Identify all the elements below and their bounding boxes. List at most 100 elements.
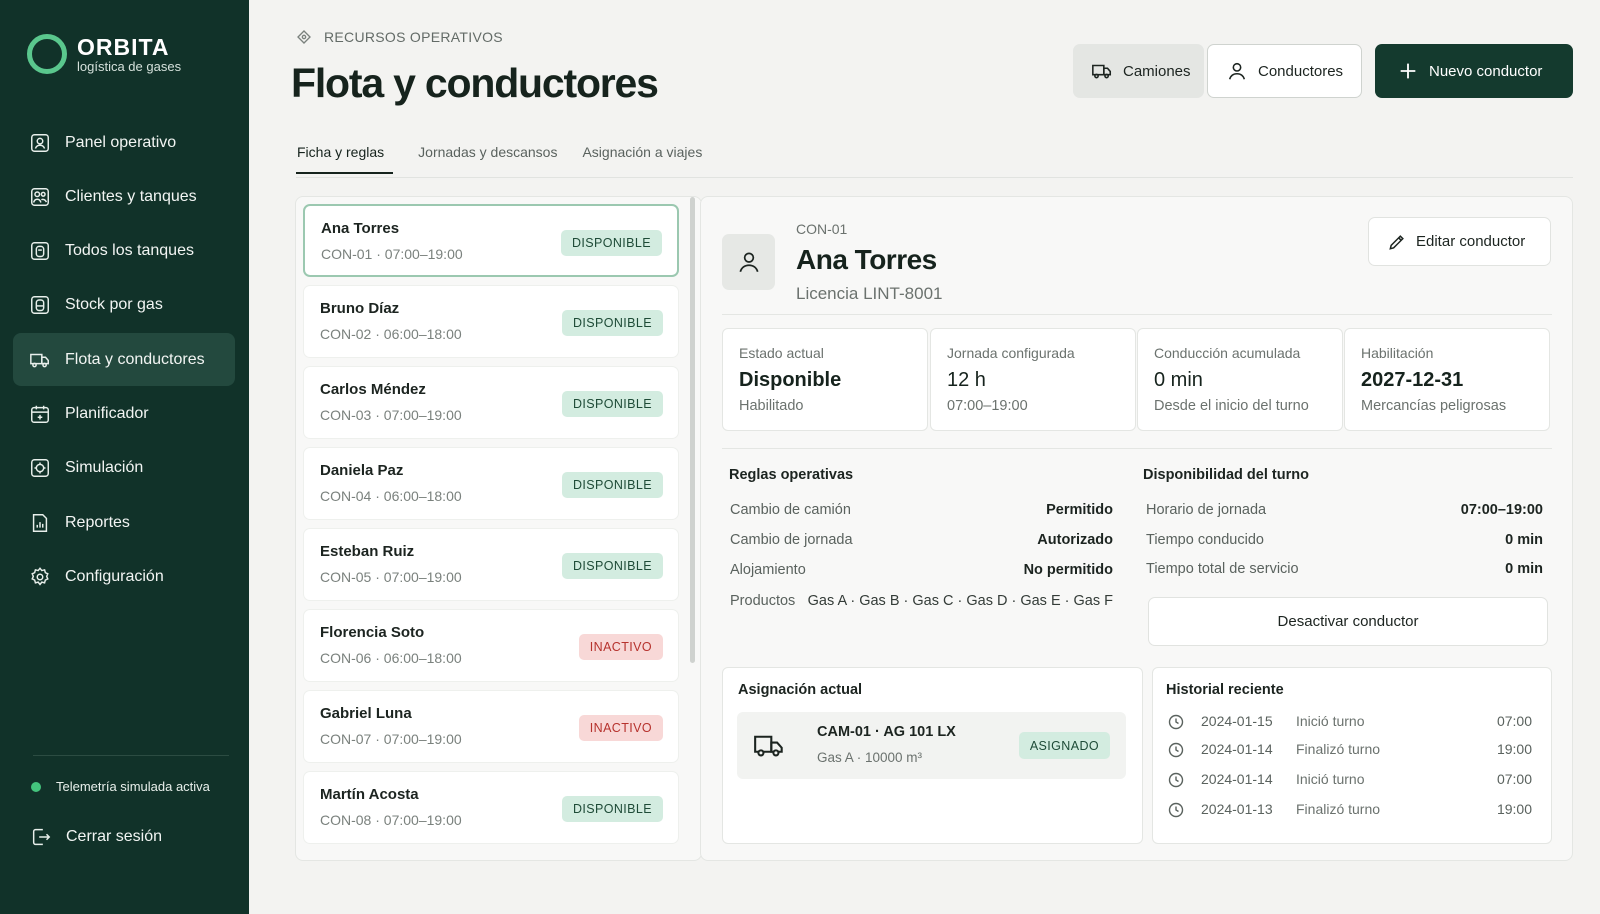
driver-name: Martín Acosta	[320, 786, 419, 803]
history-time: 07:00	[1496, 771, 1532, 787]
availability-label: Tiempo total de servicio	[1146, 561, 1299, 577]
history-row: 2024-01-14 Inició turno 07:00	[1168, 770, 1532, 790]
sidebar-item-clientes-tanques[interactable]: Clientes y tanques	[13, 170, 235, 223]
sidebar-item-label: Clientes y tanques	[65, 187, 197, 205]
history-time: 07:00	[1496, 713, 1532, 729]
driver-card[interactable]: Esteban Ruiz CON-05 · 07:00–19:00 DISPON…	[303, 528, 679, 601]
sidebar-item-planificador[interactable]: Planificador	[13, 387, 235, 440]
breadcrumb: RECURSOS OPERATIVOS	[296, 29, 503, 45]
driver-license: Licencia LINT-8001	[796, 284, 943, 303]
stat-value: Disponible	[739, 369, 842, 391]
history-date: 2024-01-13	[1201, 801, 1273, 817]
clock-icon	[1168, 742, 1184, 758]
sidebar-item-todos-tanques[interactable]: Todos los tanques	[13, 225, 235, 278]
trucks-button[interactable]: Camiones	[1073, 44, 1204, 98]
driver-list-scrollbar[interactable]	[690, 197, 695, 663]
truck-icon	[30, 353, 49, 368]
sidebar-item-label: Reportes	[65, 513, 130, 531]
tab-bar: Ficha y reglas Jornadas y descansos Asig…	[296, 144, 727, 174]
tabs-divider	[296, 177, 1573, 178]
stat-value: 12 h	[947, 369, 986, 391]
edit-driver-button[interactable]: Editar conductor	[1368, 217, 1551, 266]
tab-ficha-reglas[interactable]: Ficha y reglas	[296, 144, 394, 174]
driver-detail-name: Ana Torres	[796, 244, 937, 275]
assignment-item[interactable]: CAM-01 · AG 101 LX Gas A · 10000 m³ ASIG…	[737, 712, 1126, 779]
stat-sub: Habilitado	[739, 398, 804, 414]
driver-meta: CON-03 · 07:00–19:00	[320, 407, 462, 423]
brand-logo[interactable]: ORBITA logística de gases	[27, 34, 181, 74]
assignment-title: Asignación actual	[738, 682, 863, 698]
stat-habilitacion: Habilitación 2027-12-31 Mercancías pelig…	[1344, 328, 1550, 431]
sidebar-item-configuracion[interactable]: Configuración	[13, 550, 235, 603]
driver-card[interactable]: Carlos Méndez CON-03 · 07:00–19:00 DISPO…	[303, 366, 679, 439]
availability-value: 0 min	[1505, 532, 1543, 548]
driver-name: Ana Torres	[321, 220, 400, 237]
assigned-truck: CAM-01 · AG 101 LX	[817, 724, 956, 740]
driver-card[interactable]: Florencia Soto CON-06 · 06:00–18:00 INAC…	[303, 609, 679, 682]
simulation-icon	[31, 459, 49, 478]
driver-card[interactable]: Gabriel Luna CON-07 · 07:00–19:00 INACTI…	[303, 690, 679, 763]
drivers-button[interactable]: Conductores	[1207, 44, 1362, 98]
logout-icon	[32, 828, 51, 846]
sidebar-item-reportes[interactable]: Reportes	[13, 496, 235, 549]
history-date: 2024-01-14	[1201, 771, 1273, 787]
status-badge: DISPONIBLE	[561, 472, 663, 498]
new-driver-button[interactable]: Nuevo conductor	[1375, 44, 1573, 98]
stat-label: Jornada configurada	[947, 345, 1075, 361]
sidebar-item-flota-conductores[interactable]: Flota y conductores	[13, 333, 235, 387]
history-date: 2024-01-15	[1201, 713, 1273, 729]
status-badge: DISPONIBLE	[561, 310, 663, 336]
dashboard-icon	[31, 133, 49, 152]
clock-icon	[1168, 772, 1184, 788]
driver-name: Bruno Díaz	[320, 300, 400, 317]
driver-meta: CON-02 · 06:00–18:00	[320, 326, 462, 342]
driver-card[interactable]: Daniela Paz CON-04 · 06:00–18:00 DISPONI…	[303, 447, 679, 520]
clock-icon	[1168, 802, 1184, 818]
rule-label: Cambio de camión	[730, 502, 851, 518]
rule-label: Productos	[730, 593, 796, 609]
stat-sub: 07:00–19:00	[947, 398, 1028, 414]
rules-title: Reglas operativas	[729, 467, 854, 483]
sidebar-item-stock-gas[interactable]: Stock por gas	[13, 279, 235, 332]
truck-icon	[1092, 64, 1112, 79]
stock-icon	[31, 296, 49, 315]
truck-icon	[754, 735, 783, 757]
driver-card[interactable]: Martín Acosta CON-08 · 07:00–19:00 DISPO…	[303, 771, 679, 844]
sidebar-item-label: Flota y conductores	[65, 350, 205, 368]
history-date: 2024-01-14	[1201, 741, 1273, 757]
tab-asignacion-viajes[interactable]: Asignación a viajes	[582, 144, 702, 174]
history-row: 2024-01-15 Inició turno 07:00	[1168, 712, 1532, 732]
status-badge: ASIGNADO	[1018, 732, 1110, 759]
new-driver-label: Nuevo conductor	[1429, 62, 1543, 80]
stat-jornada: Jornada configurada 12 h 07:00–19:00	[930, 328, 1136, 431]
status-dot-icon	[31, 781, 41, 792]
trucks-button-label: Camiones	[1123, 62, 1191, 80]
report-icon	[32, 513, 48, 532]
rule-value: Gas A · Gas B · Gas C · Gas D · Gas E · …	[807, 593, 1113, 609]
driver-name: Florencia Soto	[320, 624, 425, 641]
breadcrumb-label: RECURSOS OPERATIVOS	[324, 29, 503, 45]
sidebar-item-label: Panel operativo	[65, 133, 177, 151]
stat-sub: Desde el inicio del turno	[1154, 398, 1309, 414]
stat-value: 0 min	[1154, 369, 1203, 391]
driver-card[interactable]: Ana Torres CON-01 · 07:00–19:00 DISPONIB…	[303, 204, 679, 277]
plus-icon	[1400, 63, 1416, 79]
logout-button[interactable]: Cerrar sesión	[30, 826, 162, 848]
gear-icon	[31, 566, 49, 586]
driver-card[interactable]: Bruno Díaz CON-02 · 06:00–18:00 DISPONIB…	[303, 285, 679, 358]
tab-jornadas-descansos[interactable]: Jornadas y descansos	[418, 144, 557, 174]
sidebar-item-panel-operativo[interactable]: Panel operativo	[13, 116, 235, 169]
history-event: Inició turno	[1296, 713, 1365, 729]
sidebar-item-simulacion[interactable]: Simulación	[13, 442, 235, 495]
logout-label: Cerrar sesión	[66, 828, 163, 845]
stat-conduccion: Conducción acumulada 0 min Desde el inic…	[1137, 328, 1343, 431]
status-badge: DISPONIBLE	[561, 553, 663, 579]
deactivate-driver-button[interactable]: Desactivar conductor	[1148, 597, 1548, 646]
resources-icon	[297, 30, 311, 44]
status-badge: INACTIVO	[578, 715, 663, 741]
sidebar-item-label: Todos los tanques	[65, 242, 194, 260]
edit-driver-label: Editar conductor	[1416, 233, 1526, 250]
history-event: Inició turno	[1296, 771, 1365, 787]
stat-label: Habilitación	[1361, 345, 1434, 361]
avatar	[722, 234, 775, 290]
